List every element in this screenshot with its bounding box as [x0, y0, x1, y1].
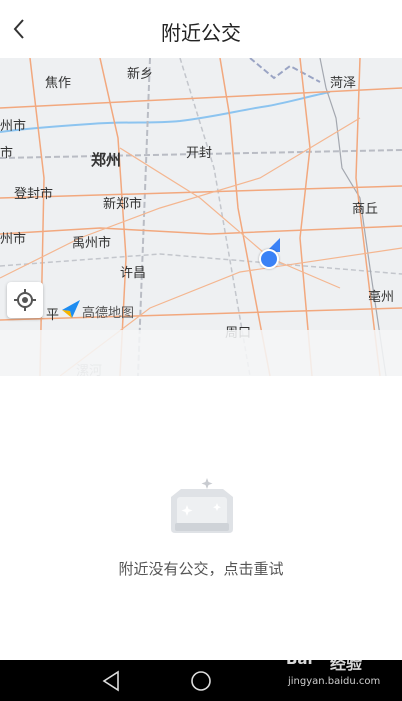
watermark-url: jingyan.baidu.com [288, 676, 381, 687]
watermark-brand-cn: 经验 [330, 654, 363, 673]
amap-logo-text: 高德地图 [82, 306, 135, 321]
map-view[interactable]: 焦作 新乡 菏泽 州市 郑州 开封 市 登封市 新郑市 商丘 州市 禹州市 许昌… [0, 58, 402, 376]
map-roads [0, 58, 402, 376]
city-label: 禹州市 [72, 236, 112, 251]
city-label: 商丘 [352, 202, 379, 217]
circle-home-icon[interactable] [190, 670, 212, 692]
crosshair-locate-icon [14, 289, 36, 311]
city-label: 新郑市 [103, 197, 143, 212]
city-label: 新乡 [127, 67, 154, 82]
app-header: 附近公交 [0, 0, 402, 58]
city-label: 菏泽 [330, 76, 357, 91]
amap-logo-icon [62, 300, 80, 318]
map-bottom-fade [0, 330, 402, 376]
city-label: 郑州 [91, 151, 122, 169]
city-label: 焦作 [45, 76, 72, 91]
city-label: 州市 [0, 119, 27, 134]
city-label: 州市 [0, 232, 27, 247]
city-label: 平 [46, 308, 60, 323]
city-label: 开封 [186, 146, 213, 161]
baidu-watermark: Bai 经验 jingyan.baidu.com [286, 644, 398, 694]
page-title: 附近公交 [161, 21, 241, 45]
empty-state-message[interactable]: 附近没有公交，点击重试 [0, 558, 402, 579]
empty-box-icon[interactable] [167, 475, 237, 537]
current-location-icon [259, 249, 279, 269]
locate-button[interactable] [7, 282, 43, 318]
city-label: 许昌 [120, 266, 147, 281]
city-label: 亳州 [368, 290, 395, 305]
city-label: 市 [0, 146, 14, 161]
city-label: 登封市 [14, 187, 54, 202]
watermark-brand: Bai [286, 650, 313, 668]
triangle-back-icon[interactable] [100, 670, 122, 692]
